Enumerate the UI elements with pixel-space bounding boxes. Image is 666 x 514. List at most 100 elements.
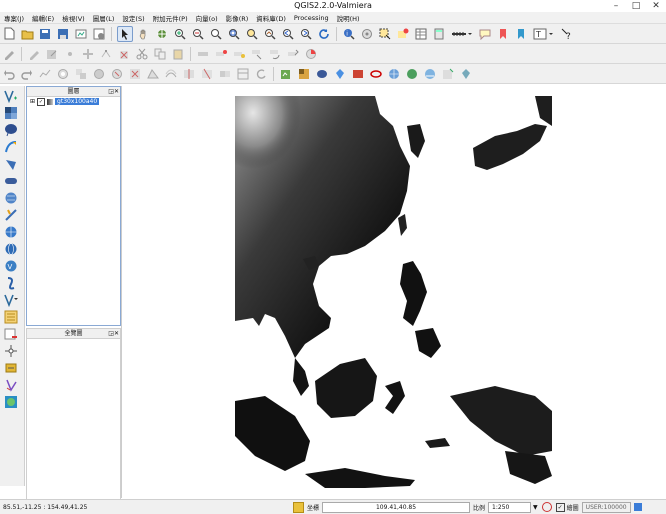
add-raster-layer-icon[interactable] [297, 67, 311, 81]
pan-hand-icon[interactable] [137, 27, 151, 41]
add-wfs-icon[interactable] [423, 67, 437, 81]
pan-to-selection-icon[interactable] [155, 27, 169, 41]
remove-layer-icon[interactable] [4, 327, 18, 341]
identify-icon[interactable]: i [342, 27, 356, 41]
merge-attributes-icon[interactable] [236, 67, 250, 81]
toggle-editing-icon[interactable] [27, 47, 41, 61]
zoom-next-icon[interactable] [299, 27, 313, 41]
zoom-full-icon[interactable] [227, 27, 241, 41]
add-wms-icon[interactable] [387, 67, 401, 81]
menu-processing[interactable]: Processing [290, 14, 333, 22]
text-annotation-icon[interactable]: T [532, 27, 556, 41]
add-postgis-icon[interactable] [315, 67, 329, 81]
map-canvas[interactable] [121, 86, 666, 498]
zoom-layer-icon[interactable] [263, 27, 277, 41]
measure-icon[interactable] [450, 27, 474, 41]
node-tool-icon[interactable] [99, 47, 113, 61]
simplify-feature-icon[interactable] [38, 67, 52, 81]
move-label-icon[interactable] [250, 47, 264, 61]
add-wcs-side-icon[interactable] [4, 208, 18, 222]
coordinate-field[interactable]: 109.41,40.85 [322, 501, 471, 513]
scale-combo[interactable]: 1:250 [488, 501, 532, 513]
rotate-label-icon[interactable] [268, 47, 282, 61]
add-mssql-icon[interactable] [351, 67, 365, 81]
add-feature-icon[interactable] [63, 47, 77, 61]
georeferencer-icon[interactable] [4, 378, 18, 392]
move-feature-icon[interactable] [81, 47, 95, 61]
composer-manager-icon[interactable] [92, 27, 106, 41]
run-feature-action-icon[interactable] [360, 27, 374, 41]
pin-labels-icon[interactable] [214, 47, 228, 61]
add-oracle-side-icon[interactable] [4, 174, 18, 188]
new-project-icon[interactable] [2, 27, 16, 41]
menu-plugins[interactable]: 附加元件(P) [149, 13, 192, 23]
change-label-icon[interactable] [286, 47, 300, 61]
refresh-icon[interactable] [317, 27, 331, 41]
close-panel-icon[interactable]: ✕ [114, 88, 119, 95]
menu-help[interactable]: 說明(H) [333, 13, 364, 23]
split-parts-icon[interactable] [200, 67, 214, 81]
render-checkbox[interactable]: ✓ [555, 502, 565, 512]
add-oracle-icon[interactable] [369, 67, 383, 81]
zoom-last-icon[interactable] [281, 27, 295, 41]
new-shapefile-icon[interactable] [441, 67, 455, 81]
delete-selected-icon[interactable] [117, 47, 131, 61]
select-features-icon[interactable] [378, 27, 392, 41]
layer-item[interactable]: ⊞ ✓ gt30x100a40 [27, 97, 120, 106]
zoom-out-icon[interactable] [191, 27, 205, 41]
new-spatialite-side-icon[interactable] [4, 310, 18, 324]
menu-database[interactable]: 資料庫(D) [252, 13, 290, 23]
zoom-actual-icon[interactable] [209, 27, 223, 41]
show-bookmarks-icon[interactable] [514, 27, 528, 41]
label-icon[interactable] [196, 47, 210, 61]
menu-vector[interactable]: 向量(o) [192, 13, 222, 23]
reshape-features-icon[interactable] [146, 67, 160, 81]
redo-icon[interactable] [20, 67, 34, 81]
layer-checkbox[interactable]: ✓ [37, 97, 46, 106]
add-spatialite-icon[interactable] [333, 67, 347, 81]
rotate-symbols-icon[interactable] [254, 67, 268, 81]
save-layer-edits-icon[interactable] [45, 47, 59, 61]
add-wfs-side-icon[interactable] [4, 225, 18, 239]
new-spatialite-layer-icon[interactable] [459, 67, 473, 81]
save-as-icon[interactable] [56, 27, 70, 41]
show-hide-labels-icon[interactable] [232, 47, 246, 61]
save-project-icon[interactable] [38, 27, 52, 41]
gps-tools-icon[interactable] [4, 344, 18, 358]
crs-indicator[interactable]: USER:100000 [581, 501, 631, 513]
fill-ring-icon[interactable] [92, 67, 106, 81]
coordinate-capture-icon[interactable] [4, 361, 18, 375]
add-ring-icon[interactable] [56, 67, 70, 81]
add-wms-side-icon[interactable] [4, 191, 18, 205]
globe-icon[interactable] [4, 395, 18, 409]
new-shapefile-side-icon[interactable] [4, 293, 18, 307]
scale-dropdown-icon[interactable]: ▼ [533, 504, 538, 511]
paste-features-icon[interactable] [171, 47, 185, 61]
menu-edit[interactable]: 編輯(E) [28, 13, 58, 23]
menu-layer[interactable]: 圖層(L) [89, 13, 119, 23]
merge-features-icon[interactable] [218, 67, 232, 81]
print-composer-icon[interactable] [74, 27, 88, 41]
select-pointer-icon[interactable] [117, 25, 133, 42]
whats-this-icon[interactable]: ? [560, 27, 574, 41]
messages-icon[interactable] [633, 503, 642, 511]
menu-raster[interactable]: 影像(R) [222, 13, 253, 23]
add-virtual-layer-icon[interactable] [4, 276, 18, 290]
add-spatialite-side-icon[interactable] [4, 140, 18, 154]
cut-features-icon[interactable] [135, 47, 149, 61]
split-features-icon[interactable] [182, 67, 196, 81]
add-wfs-globe-icon[interactable] [4, 242, 18, 256]
add-vector-layer-side-icon[interactable] [4, 89, 18, 103]
add-wcs-icon[interactable] [405, 67, 419, 81]
zoom-selection-icon[interactable] [245, 27, 259, 41]
expand-icon[interactable]: ⊞ [30, 98, 35, 105]
add-mssql-side-icon[interactable] [4, 157, 18, 171]
layer-name[interactable]: gt30x100a40 [55, 98, 100, 105]
field-calculator-icon[interactable] [432, 27, 446, 41]
close-icon[interactable]: ✕ [646, 0, 666, 12]
minimize-icon[interactable]: – [606, 0, 626, 12]
zoom-in-icon[interactable] [173, 27, 187, 41]
stop-render-icon[interactable] [541, 502, 552, 512]
current-edits-icon[interactable] [2, 47, 16, 61]
maximize-icon[interactable]: □ [626, 0, 646, 12]
